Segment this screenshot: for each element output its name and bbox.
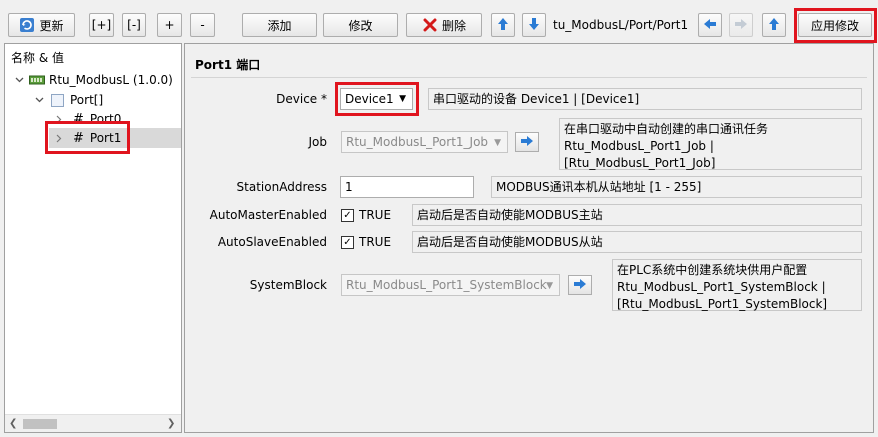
- tree-header: 名称 & 值: [11, 51, 64, 65]
- arrow-up-icon: [768, 17, 780, 34]
- station-address-value: 1: [345, 180, 353, 194]
- system-block-description-line3: [Rtu_ModbusL_Port1_SystemBlock]: [617, 297, 828, 311]
- delete-label: 删除: [441, 18, 466, 33]
- station-address-label: StationAddress: [236, 180, 327, 194]
- tree-node-root[interactable]: Rtu_ModbusL (1.0.0): [13, 71, 173, 89]
- system-block-goto-button[interactable]: [568, 275, 592, 295]
- device-description: 串口驱动的设备 Device1 | [Device1]: [428, 88, 862, 110]
- dropdown-arrow-icon: ▼: [399, 94, 406, 104]
- dropdown-arrow-icon: ▼: [494, 138, 501, 148]
- property-panel: Port1 端口 Device * Device1 ▼ 串口驱动的设备 Devi…: [184, 43, 874, 433]
- chevron-right-icon[interactable]: [53, 115, 65, 124]
- system-block-description: 在PLC系统中创建系统块供用户配置 Rtu_ModbusL_Port1_Syst…: [612, 259, 862, 311]
- station-address-description-text: MODBUS通讯本机从站地址 [1 - 255]: [496, 180, 702, 194]
- arrow-up-icon: [497, 17, 509, 34]
- increment-button[interactable]: +: [157, 13, 182, 37]
- refresh-button[interactable]: 更新: [8, 13, 75, 37]
- dropdown-arrow-icon: ▼: [546, 281, 553, 291]
- path-text: tu_ModbusL/Port/Port1: [553, 18, 689, 32]
- add-button[interactable]: 添加: [242, 13, 317, 37]
- expand-all-button[interactable]: [+]: [89, 13, 114, 37]
- array-icon: [51, 93, 64, 107]
- tree-port1-label: Port1: [89, 131, 122, 145]
- delete-button[interactable]: 删除: [406, 13, 482, 37]
- modify-label: 修改: [348, 18, 373, 33]
- auto-slave-description: 启动后是否自动使能MODBUS从站: [412, 231, 862, 253]
- device-label: Device *: [276, 92, 327, 106]
- job-description: 在串口驱动中自动创建的串口通讯任务 Rtu_ModbusL_Port1_Job …: [559, 118, 862, 170]
- scrollbar-thumb[interactable]: [23, 419, 57, 429]
- nav-back-button[interactable]: [698, 13, 722, 37]
- job-select[interactable]: Rtu_ModbusL_Port1_Job ▼: [341, 131, 508, 153]
- apply-changes-button[interactable]: 应用修改: [798, 13, 872, 37]
- tree-root-label: Rtu_ModbusL (1.0.0): [49, 73, 173, 87]
- increment-label: +: [164, 18, 175, 32]
- arrow-right-icon: [573, 278, 587, 293]
- chevron-down-icon[interactable]: [33, 97, 45, 103]
- add-label: 添加: [267, 18, 292, 33]
- arrow-right-icon: [520, 135, 534, 150]
- expand-all-label: [+]: [91, 18, 112, 32]
- auto-slave-label: AutoSlaveEnabled: [217, 235, 327, 249]
- auto-master-label: AutoMasterEnabled: [209, 208, 327, 222]
- system-block-select[interactable]: Rtu_ModbusL_Port1_SystemBlock ▼: [341, 274, 560, 296]
- auto-master-value: TRUE: [359, 208, 392, 222]
- system-block-description-line1: 在PLC系统中创建系统块供用户配置: [617, 263, 808, 277]
- system-block-description-line2: Rtu_ModbusL_Port1_SystemBlock |: [617, 280, 826, 294]
- device-select[interactable]: Device1 ▼: [340, 88, 413, 110]
- job-description-line2: Rtu_ModbusL_Port1_Job |: [564, 139, 714, 153]
- chevron-right-icon[interactable]: [53, 134, 65, 143]
- auto-master-checkbox[interactable]: ✓ TRUE: [341, 208, 391, 222]
- station-address-description: MODBUS通讯本机从站地址 [1 - 255]: [491, 176, 862, 198]
- job-description-line3: [Rtu_ModbusL_Port1_Job]: [564, 156, 716, 170]
- auto-slave-description-text: 启动后是否自动使能MODBUS从站: [417, 235, 603, 249]
- panel-title-divider: [191, 77, 867, 78]
- hash-icon: #: [73, 111, 84, 127]
- station-address-input[interactable]: 1: [340, 176, 474, 198]
- job-value: Rtu_ModbusL_Port1_Job: [346, 135, 489, 149]
- nav-up-button[interactable]: [762, 13, 786, 37]
- collapse-all-button[interactable]: [-]: [122, 13, 146, 37]
- move-down-button[interactable]: [522, 13, 546, 37]
- tree-node-port-array[interactable]: Port[]: [33, 91, 103, 109]
- scroll-right-icon[interactable]: ❯: [167, 418, 175, 429]
- checkmark-icon: ✓: [341, 208, 354, 222]
- checkmark-icon: ✓: [341, 235, 354, 249]
- auto-master-description-text: 启动后是否自动使能MODBUS主站: [417, 208, 603, 222]
- tree-panel: 名称 & 值 Rtu_ModbusL (1.0.0) Port[] # Port…: [4, 43, 182, 433]
- tree-port-array-label: Port[]: [70, 93, 104, 107]
- decrement-label: -: [200, 18, 205, 32]
- system-block-value: Rtu_ModbusL_Port1_SystemBlock: [346, 278, 547, 292]
- apply-changes-label: 应用修改: [810, 18, 859, 33]
- tree-port0-label: Port0: [89, 112, 122, 126]
- tree-node-port1[interactable]: # Port1: [53, 129, 121, 147]
- hash-icon: #: [73, 130, 84, 146]
- arrow-down-icon: [528, 17, 540, 34]
- job-description-line1: 在串口驱动中自动创建的串口通讯任务: [564, 122, 769, 136]
- nav-forward-button[interactable]: [729, 13, 753, 37]
- tree-horizontal-scrollbar[interactable]: ❮ ❯: [5, 414, 181, 432]
- auto-slave-value: TRUE: [359, 235, 392, 249]
- system-block-label: SystemBlock: [249, 278, 327, 292]
- decrement-button[interactable]: -: [190, 13, 215, 37]
- refresh-icon: [19, 17, 35, 33]
- job-label: Job: [308, 135, 328, 149]
- refresh-label: 更新: [39, 18, 64, 33]
- collapse-all-label: [-]: [127, 18, 141, 32]
- auto-master-description: 启动后是否自动使能MODBUS主站: [412, 204, 862, 226]
- arrow-right-icon: [734, 18, 748, 33]
- scroll-left-icon[interactable]: ❮: [9, 418, 17, 429]
- device-value: Device1: [345, 92, 394, 106]
- device-description-text: 串口驱动的设备 Device1 | [Device1]: [433, 92, 640, 106]
- panel-title: Port1 端口: [195, 58, 261, 72]
- module-icon: [29, 74, 45, 86]
- arrow-left-icon: [703, 18, 717, 33]
- delete-x-icon: [422, 17, 438, 33]
- chevron-down-icon[interactable]: [13, 77, 25, 83]
- tree-node-port0[interactable]: # Port0: [53, 110, 121, 128]
- move-up-button[interactable]: [491, 13, 515, 37]
- job-goto-button[interactable]: [515, 132, 539, 152]
- modify-button[interactable]: 修改: [323, 13, 398, 37]
- auto-slave-checkbox[interactable]: ✓ TRUE: [341, 235, 391, 249]
